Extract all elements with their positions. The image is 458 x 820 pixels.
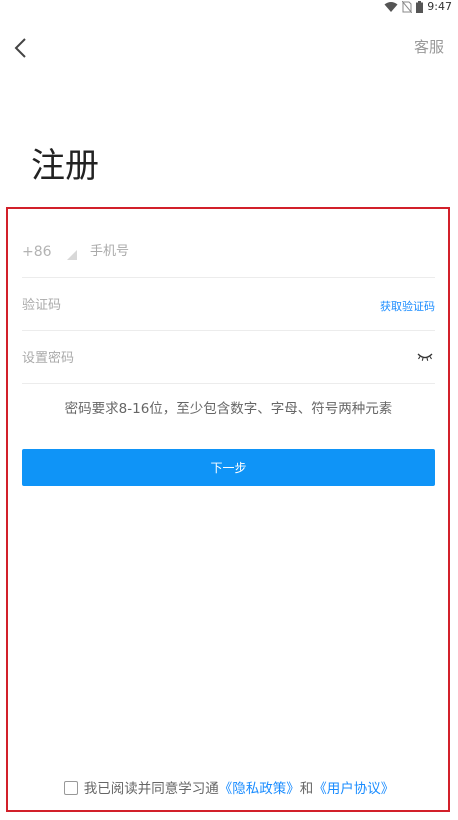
get-code-button[interactable]: 获取验证码: [380, 298, 435, 314]
status-time: 9:47: [427, 0, 452, 13]
status-bar: 9:47: [0, 0, 458, 14]
header: 客服: [0, 28, 458, 68]
status-icons: 9:47: [384, 0, 452, 14]
agreement-text: 我已阅读并同意学习通: [83, 781, 219, 797]
password-hint: 密码要求8-16位，至少包含数字、字母、符号两种元素: [64, 401, 393, 417]
verification-code-input[interactable]: [22, 293, 322, 317]
page-title: 注册: [31, 146, 99, 186]
password-input[interactable]: [22, 346, 322, 370]
customer-service-link[interactable]: 客服: [414, 36, 444, 57]
no-sim-icon: [402, 1, 413, 13]
country-code-selector[interactable]: +86: [22, 244, 52, 260]
privacy-policy-link[interactable]: 《隐私政策》: [219, 781, 300, 797]
phone-row: +86: [22, 225, 435, 278]
agreement-checkbox[interactable]: [63, 781, 78, 795]
agreement-and-text: 和: [299, 781, 314, 797]
next-button[interactable]: 下一步: [22, 449, 435, 486]
user-agreement-link[interactable]: 《用户协议》: [313, 781, 394, 797]
verification-code-row: 获取验证码: [22, 278, 435, 331]
chevron-left-icon: [14, 38, 26, 58]
eye-closed-icon[interactable]: [417, 352, 433, 362]
back-button[interactable]: [10, 34, 34, 62]
wifi-icon: [384, 2, 398, 12]
password-row: [22, 331, 435, 384]
agreement-row: 我已阅读并同意学习通《隐私政策》和《用户协议》: [0, 777, 458, 797]
dropdown-triangle-icon[interactable]: [67, 250, 77, 260]
battery-icon: [416, 1, 424, 13]
phone-input[interactable]: [90, 239, 410, 263]
